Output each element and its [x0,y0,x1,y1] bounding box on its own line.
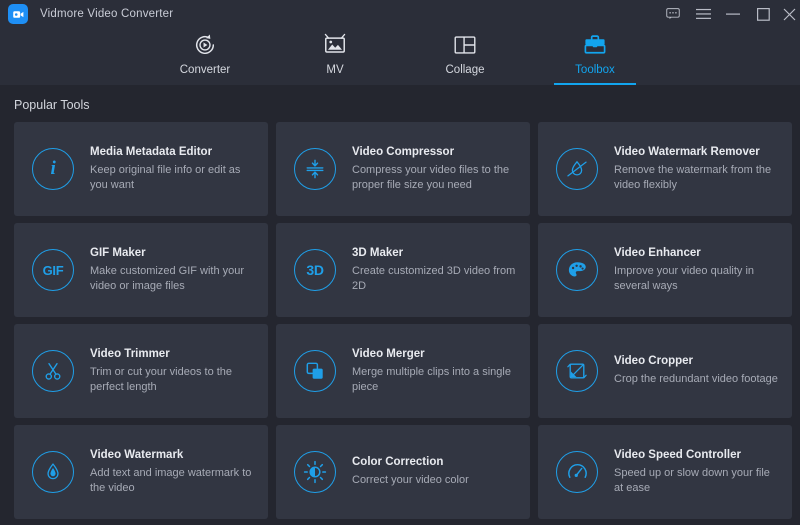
minimize-icon[interactable] [718,0,748,28]
main-nav: Converter MV Collage [0,28,800,85]
tool-title: Video Merger [352,348,516,360]
maximize-icon[interactable] [748,0,778,28]
tab-mv[interactable]: MV [294,28,376,85]
tab-toolbox-label: Toolbox [575,64,615,76]
tool-card-color-correction[interactable]: Color Correction Correct your video colo… [276,425,530,519]
tool-card-text: Video Compressor Compress your video fil… [352,146,516,193]
tool-card-text: Media Metadata Editor Keep original file… [90,146,254,193]
convert-circle-icon [193,32,217,58]
tool-desc: Improve your video quality in several wa… [614,264,778,294]
water-drop-icon [32,451,74,493]
tool-title: Video Trimmer [90,348,254,360]
tool-desc: Create customized 3D video from 2D [352,264,516,294]
tool-card-text: 3D Maker Create customized 3D video from… [352,247,516,294]
tab-collage-label: Collage [446,64,485,76]
speedometer-icon [556,451,598,493]
tool-title: Video Watermark Remover [614,146,778,158]
tool-desc: Correct your video color [352,473,469,488]
page-title: Popular Tools [14,85,792,122]
tool-card-video-speed-controller[interactable]: Video Speed Controller Speed up or slow … [538,425,792,519]
app-logo-icon [8,4,28,24]
toolbox-icon [583,32,607,58]
tools-grid: i Media Metadata Editor Keep original fi… [14,122,792,519]
tool-title: GIF Maker [90,247,254,259]
tool-desc: Crop the redundant video footage [614,372,778,387]
tool-title: Video Speed Controller [614,449,778,461]
tool-desc: Merge multiple clips into a single piece [352,365,516,395]
tool-card-text: Video Merger Merge multiple clips into a… [352,348,516,395]
layout-grid-icon [453,32,477,58]
tool-card-text: GIF Maker Make customized GIF with your … [90,247,254,294]
tool-card-text: Video Watermark Remover Remove the water… [614,146,778,193]
hamburger-menu-icon[interactable] [688,0,718,28]
tab-converter[interactable]: Converter [164,28,246,85]
tool-card-text: Video Watermark Add text and image water… [90,449,254,496]
tool-card-text: Video Speed Controller Speed up or slow … [614,449,778,496]
tool-title: 3D Maker [352,247,516,259]
info-icon-glyph: i [51,158,56,180]
scissors-icon [32,350,74,392]
tab-toolbox[interactable]: Toolbox [554,28,636,85]
window-controls [658,0,800,28]
toolbox-content: Popular Tools i Media Metadata Editor Ke… [0,85,800,525]
tool-desc: Speed up or slow down your file at ease [614,466,778,496]
tab-collage[interactable]: Collage [424,28,506,85]
gif-icon-glyph: GIF [43,263,64,278]
palette-icon [556,249,598,291]
info-icon: i [32,148,74,190]
close-icon[interactable] [778,0,800,28]
tool-desc: Compress your video files to the proper … [352,163,516,193]
tool-card-video-compressor[interactable]: Video Compressor Compress your video fil… [276,122,530,216]
tool-card-video-enhancer[interactable]: Video Enhancer Improve your video qualit… [538,223,792,317]
tool-desc: Remove the watermark from the video flex… [614,163,778,193]
tool-desc: Keep original file info or edit as you w… [90,163,254,193]
picture-frame-icon [323,32,347,58]
tab-mv-label: MV [326,64,343,76]
watermark-remove-icon [556,148,598,190]
merge-squares-icon [294,350,336,392]
gif-icon: GIF [32,249,74,291]
tool-card-text: Video Cropper Crop the redundant video f… [614,355,778,387]
tool-title: Video Watermark [90,449,254,461]
tool-card-text: Video Enhancer Improve your video qualit… [614,247,778,294]
tool-title: Video Cropper [614,355,778,367]
tool-card-video-watermark[interactable]: Video Watermark Add text and image water… [14,425,268,519]
crop-icon [556,350,598,392]
tool-card-gif-maker[interactable]: GIF GIF Maker Make customized GIF with y… [14,223,268,317]
title-bar: Vidmore Video Converter [0,0,800,28]
tool-title: Color Correction [352,456,469,468]
three-d-icon-glyph: 3D [306,262,323,278]
tool-desc: Add text and image watermark to the vide… [90,466,254,496]
tab-converter-label: Converter [180,64,231,76]
tool-title: Media Metadata Editor [90,146,254,158]
tool-card-media-metadata-editor[interactable]: i Media Metadata Editor Keep original fi… [14,122,268,216]
tool-title: Video Compressor [352,146,516,158]
compress-icon [294,148,336,190]
tool-card-video-trimmer[interactable]: Video Trimmer Trim or cut your videos to… [14,324,268,418]
tool-card-text: Color Correction Correct your video colo… [352,456,469,488]
tool-card-video-cropper[interactable]: Video Cropper Crop the redundant video f… [538,324,792,418]
feedback-button[interactable] [658,0,688,28]
tool-card-video-merger[interactable]: Video Merger Merge multiple clips into a… [276,324,530,418]
tool-desc: Trim or cut your videos to the perfect l… [90,365,254,395]
tool-card-3d-maker[interactable]: 3D 3D Maker Create customized 3D video f… [276,223,530,317]
three-d-icon: 3D [294,249,336,291]
app-title: Vidmore Video Converter [40,8,173,20]
brightness-sun-icon [294,451,336,493]
tool-card-text: Video Trimmer Trim or cut your videos to… [90,348,254,395]
tool-card-video-watermark-remover[interactable]: Video Watermark Remover Remove the water… [538,122,792,216]
tool-title: Video Enhancer [614,247,778,259]
tool-desc: Make customized GIF with your video or i… [90,264,254,294]
